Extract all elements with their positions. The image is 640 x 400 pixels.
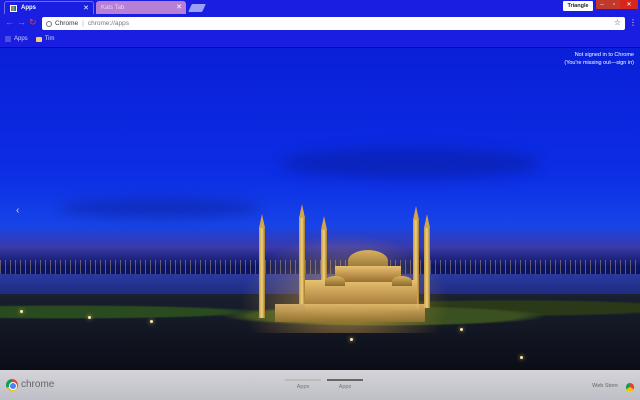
omnibox-url: chrome://apps: [87, 20, 130, 27]
omnibox-separator: |: [82, 20, 84, 27]
cloud: [280, 148, 540, 178]
profile-button[interactable]: Triangle: [563, 1, 593, 11]
tab-label: Kats Tab: [101, 4, 125, 11]
web-store-link[interactable]: Web Store: [592, 383, 618, 389]
reload-icon[interactable]: ↻: [29, 18, 37, 27]
chrome-brand: chrome: [21, 379, 55, 390]
web-store-icon[interactable]: [626, 383, 634, 391]
apps-grid-icon: [5, 36, 11, 42]
bookmark-star-icon[interactable]: ☆: [614, 18, 621, 27]
address-bar[interactable]: Chrome | chrome://apps ☆: [42, 17, 625, 30]
courtyard: [275, 304, 425, 322]
chrome-logo-icon: [6, 379, 18, 391]
folder-icon: [35, 36, 42, 42]
page-switcher-apps[interactable]: Apps: [285, 377, 321, 391]
light: [520, 356, 523, 359]
side-dome: [392, 276, 412, 286]
bottom-bar: chrome Apps Apps Web Store: [0, 370, 640, 400]
window-close-icon[interactable]: ✕: [620, 0, 638, 9]
bookmark-apps[interactable]: Apps: [5, 36, 28, 42]
close-tab-icon[interactable]: ✕: [83, 4, 89, 12]
bookmark-tim[interactable]: Tim: [35, 36, 55, 42]
menu-icon[interactable]: ⋮: [629, 18, 637, 27]
signin-line: Not signed in to Chrome: [574, 52, 634, 58]
apps-favicon-icon: [10, 4, 17, 12]
forward-arrow-icon[interactable]: →: [17, 18, 26, 27]
signin-promo[interactable]: Not signed in to Chrome (You're missing …: [564, 51, 634, 67]
side-dome: [325, 276, 345, 286]
close-tab-icon[interactable]: ✕: [176, 3, 182, 11]
chevron-left-icon[interactable]: ‹: [16, 205, 19, 216]
tab-strip: Apps ✕ Kats Tab ✕ Triangle – ▫ ✕: [0, 0, 640, 14]
minaret: [259, 214, 265, 318]
cloud: [60, 198, 260, 218]
light: [150, 320, 153, 323]
back-arrow-icon[interactable]: ←: [5, 18, 14, 27]
light: [20, 310, 23, 313]
signin-line: (You're missing out—sign in): [564, 60, 634, 66]
tab-apps[interactable]: Apps ✕: [4, 1, 94, 14]
light: [460, 328, 463, 331]
bookmarks-bar: Apps Tim: [0, 32, 640, 46]
new-tab-background: Not signed in to Chrome (You're missing …: [0, 48, 640, 370]
new-tab-button[interactable]: [188, 4, 206, 12]
tab-kats[interactable]: Kats Tab ✕: [96, 1, 186, 14]
omnibox-chip: Chrome: [55, 20, 79, 27]
minimize-icon[interactable]: –: [596, 0, 608, 9]
minaret: [424, 214, 430, 308]
tab-label: Apps: [21, 5, 36, 11]
bookmark-label: Apps: [14, 36, 28, 42]
site-info-icon[interactable]: [46, 20, 52, 27]
light: [350, 338, 353, 341]
maximize-icon[interactable]: ▫: [608, 0, 620, 9]
page-switcher-apps-active[interactable]: Apps: [327, 377, 363, 391]
bookmark-label: Tim: [44, 36, 55, 42]
light: [88, 316, 91, 319]
toolbar: ← → ↻ Chrome | chrome://apps ☆ ⋮: [0, 14, 640, 32]
